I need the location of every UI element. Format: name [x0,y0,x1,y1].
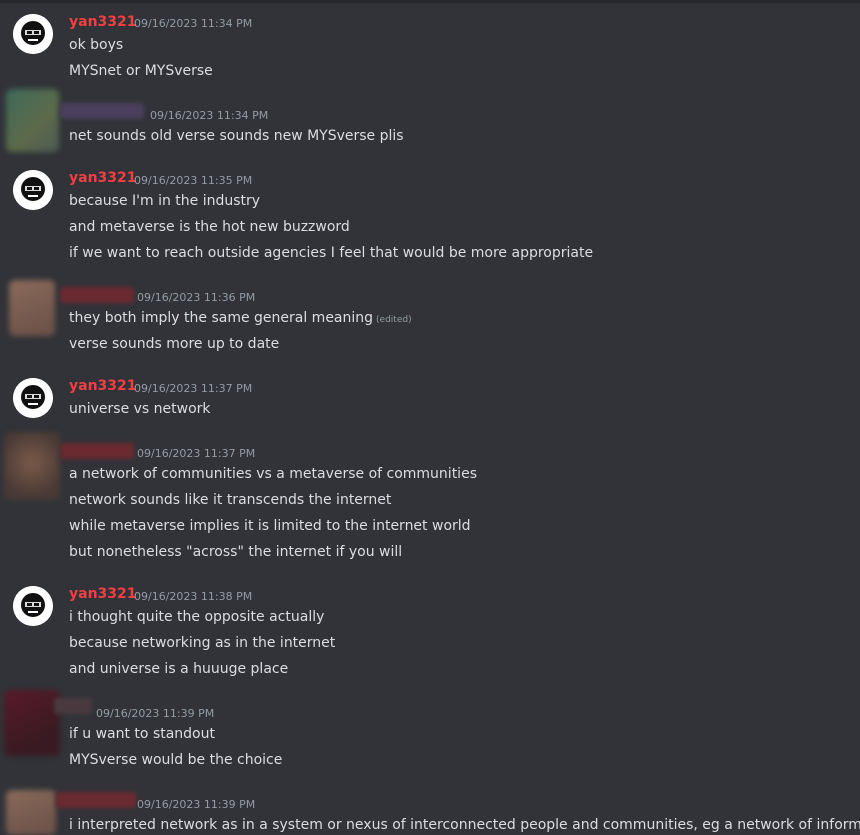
message-text: net sounds old verse sounds new MYSverse… [69,128,404,144]
message-text: but nonetheless "across" the internet if… [69,544,403,560]
message-text: while metaverse implies it is limited to… [69,518,471,534]
username[interactable] [56,792,136,808]
message-text: MYSverse would be the choice [69,752,283,768]
message-text: MYSnet or MYSverse [69,63,213,79]
username[interactable]: yan3321 [69,14,137,30]
message-text: i interpreted network as in a system or … [69,817,860,833]
message-text: because networking as in the internet [69,635,336,651]
timestamp: 09/16/2023 11:37 PM [134,382,253,395]
username[interactable] [60,103,144,119]
avatar-icon [13,170,53,210]
timestamp: 09/16/2023 11:39 PM [137,798,256,811]
timestamp: 09/16/2023 11:38 PM [134,590,253,603]
username[interactable] [60,443,134,459]
avatar[interactable] [13,14,53,54]
message-text: ok boys [69,37,124,53]
avatar[interactable] [13,170,53,210]
avatar[interactable] [4,432,60,500]
username[interactable]: yan3321 [69,170,137,186]
message-text-body: they both imply the same general meaning [69,310,374,326]
avatar[interactable] [6,89,59,152]
message-text: if we want to reach outside agencies I f… [69,245,594,261]
username[interactable] [60,287,134,303]
timestamp: 09/16/2023 11:37 PM [137,447,256,460]
message-text: universe vs network [69,401,211,417]
timestamp: 09/16/2023 11:36 PM [137,291,256,304]
message-text: and universe is a huuuge place [69,661,289,677]
message-text: verse sounds more up to date [69,336,280,352]
avatar[interactable] [4,690,60,756]
username[interactable]: yan3321 [69,586,137,602]
timestamp: 09/16/2023 11:35 PM [134,174,253,187]
avatar-icon [13,378,53,418]
avatar-icon [13,14,53,54]
message-text: and metaverse is the hot new buzzword [69,219,350,235]
message-text: a network of communities vs a metaverse … [69,466,477,482]
message-text: they both imply the same general meaning… [69,309,412,329]
message-text: network sounds like it transcends the in… [69,492,392,508]
message-text: i thought quite the opposite actually [69,609,325,625]
timestamp: 09/16/2023 11:34 PM [134,17,253,30]
message-text: if u want to standout [69,726,215,742]
timestamp: 09/16/2023 11:39 PM [96,707,215,720]
top-divider [0,0,860,3]
avatar-icon [13,586,53,626]
message-text: because I'm in the industry [69,193,261,209]
avatar[interactable] [6,790,56,835]
username[interactable] [54,698,92,714]
avatar[interactable] [9,280,55,336]
edited-label: (edited) [376,315,412,325]
username[interactable]: yan3321 [69,378,137,394]
timestamp: 09/16/2023 11:34 PM [150,109,269,122]
avatar[interactable] [13,586,53,626]
avatar[interactable] [13,378,53,418]
